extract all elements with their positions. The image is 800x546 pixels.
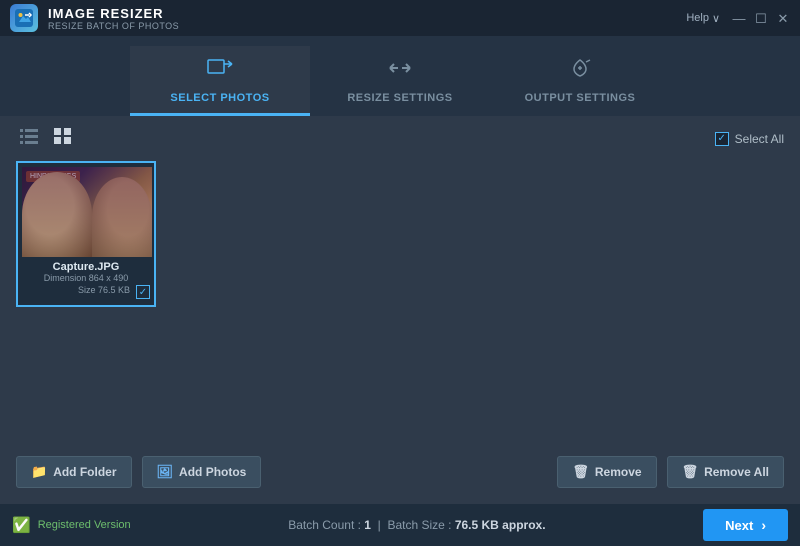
help-button[interactable]: Help ∨: [686, 12, 720, 25]
action-bar: 📁 Add Folder 🖼 Add Photos 🗑 Remove 🗑 Rem…: [16, 446, 784, 494]
remove-icon: 🗑: [572, 464, 589, 480]
remove-button[interactable]: 🗑 Remove: [557, 456, 656, 488]
window-controls: — ☐ ✕: [732, 11, 790, 25]
titlebar-left: IMAGE RESIZER RESIZE BATCH OF PHOTOS: [10, 4, 179, 32]
photo-dimension: Dimension 864 x 490: [22, 273, 150, 283]
tab-select-photos-label: SELECT PHOTOS: [170, 92, 269, 104]
registered-label: Registered Version: [38, 519, 131, 531]
add-photos-button[interactable]: 🖼 Add Photos: [142, 456, 262, 488]
photo-name: Capture.JPG: [22, 261, 150, 273]
add-photos-icon: 🖼: [157, 464, 174, 480]
status-registered: ✅ Registered Version: [12, 516, 131, 534]
minimize-button[interactable]: —: [732, 11, 746, 25]
main-content: ✓ Select All HINDI SONGS Capture.JPG Dim…: [0, 116, 800, 504]
close-button[interactable]: ✕: [776, 11, 790, 25]
photo-size: Size 76.5 KB: [78, 285, 130, 299]
photo-card[interactable]: HINDI SONGS Capture.JPG Dimension 864 x …: [16, 161, 156, 307]
view-buttons: [16, 126, 76, 151]
app-title: IMAGE RESIZER: [48, 6, 179, 21]
tab-resize-settings[interactable]: RESIZE SETTINGS: [310, 46, 490, 116]
list-view-button[interactable]: [16, 126, 42, 151]
add-photos-label: Add Photos: [179, 465, 246, 479]
status-batch-info: Batch Count : 1 | Batch Size : 76.5 KB a…: [288, 518, 545, 532]
app-icon: [10, 4, 38, 32]
toolbar: ✓ Select All: [16, 126, 784, 151]
photo-thumbnail: HINDI SONGS: [22, 167, 152, 257]
select-photos-icon: [206, 56, 234, 86]
remove-all-icon: 🗑: [682, 464, 699, 480]
maximize-button[interactable]: ☐: [754, 11, 768, 25]
help-chevron: ∨: [712, 12, 720, 25]
remove-all-button[interactable]: 🗑 Remove All: [667, 456, 784, 488]
app-title-block: IMAGE RESIZER RESIZE BATCH OF PHOTOS: [48, 6, 179, 31]
titlebar: IMAGE RESIZER RESIZE BATCH OF PHOTOS Hel…: [0, 0, 800, 36]
photo-check-area: Size 76.5 KB ✓: [22, 285, 150, 299]
tab-resize-settings-label: RESIZE SETTINGS: [347, 92, 452, 104]
next-label: Next: [725, 518, 753, 533]
batch-separator: |: [378, 518, 381, 532]
add-folder-button[interactable]: 📁 Add Folder: [16, 456, 132, 488]
next-button[interactable]: Next ›: [703, 509, 788, 541]
action-btns-left: 📁 Add Folder 🖼 Add Photos: [16, 456, 261, 488]
action-btns-right: 🗑 Remove 🗑 Remove All: [557, 456, 784, 488]
statusbar: ✅ Registered Version Batch Count : 1 | B…: [0, 504, 800, 546]
remove-all-label: Remove All: [704, 465, 769, 479]
tab-output-settings-label: OUTPUT SETTINGS: [525, 92, 636, 104]
photo-checkbox[interactable]: ✓: [136, 285, 150, 299]
select-all-area[interactable]: ✓ Select All: [715, 132, 784, 146]
select-all-label: Select All: [735, 132, 784, 146]
batch-count-value: 1: [364, 518, 371, 532]
output-settings-icon: [566, 56, 594, 86]
tabbar: SELECT PHOTOS RESIZE SETTINGS OUTPUT SET…: [0, 36, 800, 116]
add-folder-label: Add Folder: [53, 465, 116, 479]
batch-count-label: Batch Count :: [288, 518, 361, 532]
titlebar-right: Help ∨ — ☐ ✕: [686, 11, 790, 25]
remove-label: Remove: [595, 465, 642, 479]
batch-size-label: Batch Size :: [387, 518, 451, 532]
batch-size-value: 76.5 KB approx.: [455, 518, 546, 532]
help-label: Help: [686, 12, 709, 24]
folder-icon: 📁: [31, 464, 47, 480]
tab-output-settings[interactable]: OUTPUT SETTINGS: [490, 46, 670, 116]
app-subtitle: RESIZE BATCH OF PHOTOS: [48, 21, 179, 31]
next-arrow-icon: ›: [761, 517, 766, 533]
registered-icon: ✅: [12, 516, 31, 534]
photo-info: Capture.JPG Dimension 864 x 490 Size 76.…: [22, 261, 150, 299]
grid-view-button[interactable]: [50, 126, 76, 151]
photo-grid: HINDI SONGS Capture.JPG Dimension 864 x …: [16, 161, 784, 446]
resize-settings-icon: [386, 56, 414, 86]
tab-select-photos[interactable]: SELECT PHOTOS: [130, 46, 310, 116]
select-all-checkbox[interactable]: ✓: [715, 132, 729, 146]
